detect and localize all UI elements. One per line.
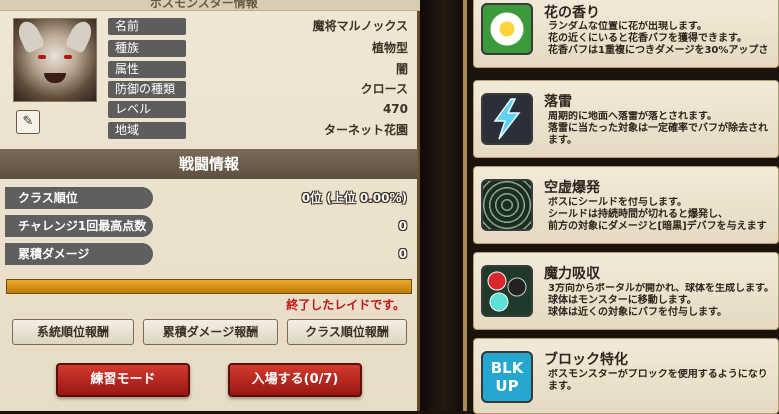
orbs-icon — [481, 265, 533, 317]
skill-title: ブロック特化 — [544, 352, 628, 368]
boss-region-label: 地域 — [108, 122, 186, 139]
raid-progress-bar — [6, 279, 412, 294]
best-score-row: チャレンジ1回最高点数 0 — [5, 215, 413, 237]
skill-title: 空虚爆発 — [544, 180, 600, 196]
boss-defense-label: 防御の種類 — [108, 81, 186, 98]
raid-status-text: 終了したレイドです。 — [286, 298, 405, 312]
total-damage-reward-button[interactable]: 累積ダメージ報酬 — [143, 319, 278, 345]
skill-title: 花の香り — [544, 5, 600, 21]
encyclopedia-icon[interactable]: ✎ — [16, 110, 40, 134]
skill-card-lightning: 落雷 周期的に地面へ落雷が落とされます。 落雷に当たった対象は一定確率でバフが除… — [473, 80, 779, 158]
class-rank-value: 0位 (上位 0.00%) — [301, 191, 407, 205]
skill-description: ランダムな位置に花が出現します。 花の近くにいると花香バフを獲得できます。 花香… — [548, 21, 769, 56]
skill-card-block-up: BLK UP ブロック特化 ボスモンスターがブロックを使用するようになり ます。 — [473, 338, 779, 414]
class-rank-reward-button[interactable]: クラス順位報酬 — [287, 319, 407, 345]
skill-card-mana-drain: 魔力吸収 3方向からポータルが開かれ、球体を生成します。 球体はモンスターに移動… — [473, 252, 779, 330]
lineage-rank-reward-button[interactable]: 系統順位報酬 — [12, 319, 134, 345]
panel-title-strip: ボスモンスター情報 — [0, 0, 420, 11]
skill-card-flower: 花の香り ランダムな位置に花が出現します。 花の近くにいると花香バフを獲得できま… — [473, 0, 779, 68]
panel-title: ボスモンスター情報 — [150, 0, 258, 10]
boss-name-label: 名前 — [108, 18, 186, 35]
honeycomb-shield-icon — [481, 179, 533, 231]
boss-race-row: 種族 植物型 — [108, 40, 410, 58]
boss-region-value: ターネット花園 — [323, 123, 408, 137]
boss-region-row: 地域 ターネット花園 — [108, 122, 410, 140]
block-up-icon: BLK UP — [481, 351, 533, 403]
boss-level-value: 470 — [382, 102, 408, 116]
boss-level-label: レベル — [108, 101, 186, 118]
boss-attribute-row: 属性 闇 — [108, 61, 410, 79]
skill-title: 魔力吸収 — [544, 266, 600, 282]
total-damage-label: 累積ダメージ — [5, 243, 153, 265]
skill-description: 周期的に地面へ落雷が落とされます。 落雷に当たった対象は一定確率でバフが除去され… — [548, 111, 768, 146]
boss-level-row: レベル 470 — [108, 101, 410, 119]
boss-portrait — [13, 18, 97, 102]
boss-attribute-value: 闇 — [395, 62, 408, 76]
skill-description: ボスモンスターがブロックを使用するようになり ます。 — [548, 369, 768, 392]
boss-race-label: 種族 — [108, 40, 186, 57]
total-damage-row: 累積ダメージ 0 — [5, 243, 413, 265]
boss-name-value: 魔将マルノックス — [312, 19, 408, 33]
class-rank-row: クラス順位 0位 (上位 0.00%) — [5, 187, 413, 209]
boss-race-value: 植物型 — [371, 41, 408, 55]
boss-info-panel: ボスモンスター情報 ✎ 名前 魔将マルノックス 種族 植物型 属性 闇 防御の種… — [0, 0, 420, 411]
raid-progress-fill — [7, 280, 411, 293]
boss-attribute-label: 属性 — [108, 61, 186, 78]
boss-defense-row: 防御の種類 クロース — [108, 81, 410, 99]
skill-title: 落雷 — [544, 94, 572, 110]
skill-description: ボスにシールドを付与します。 シールドは持続時間が切れると爆発し、 前方の対象に… — [548, 197, 767, 232]
class-rank-label: クラス順位 — [5, 187, 153, 209]
boss-name-row: 名前 魔将マルノックス — [108, 18, 410, 36]
panel-divider — [420, 0, 467, 411]
enter-raid-button[interactable]: 入場する(0/7) — [228, 363, 362, 397]
skill-card-void-explosion: 空虚爆発 ボスにシールドを付与します。 シールドは持続時間が切れると爆発し、 前… — [473, 166, 779, 244]
flower-icon — [481, 3, 533, 55]
total-damage-value: 0 — [398, 247, 407, 261]
lightning-icon — [481, 93, 533, 145]
skill-description: 3方向からポータルが開かれ、球体を生成します。 球体はモンスターに移動します。 … — [548, 283, 775, 318]
boss-skill-list[interactable]: 花の香り ランダムな位置に花が出現します。 花の近くにいると花香バフを獲得できま… — [469, 0, 779, 414]
battle-info-header: 戦闘情報 — [0, 149, 418, 179]
best-score-label: チャレンジ1回最高点数 — [5, 215, 153, 237]
best-score-value: 0 — [398, 219, 407, 233]
practice-mode-button[interactable]: 練習モード — [56, 363, 190, 397]
boss-defense-value: クロース — [360, 82, 408, 96]
